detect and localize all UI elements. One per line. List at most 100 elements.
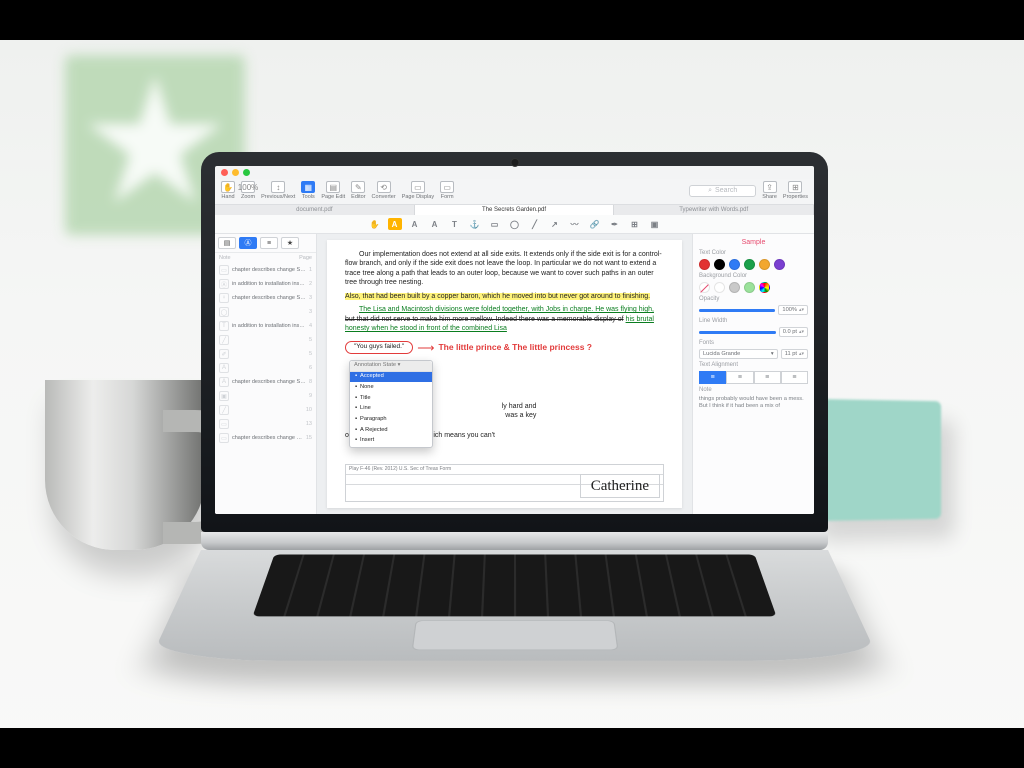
- text-color-swatch[interactable]: [699, 259, 710, 270]
- row-type-icon: ▣: [219, 391, 229, 401]
- tab-2[interactable]: The Secrets Garden.pdf: [415, 205, 615, 215]
- zoom-icon[interactable]: [243, 169, 250, 176]
- annotation-row[interactable]: ╱5: [215, 333, 316, 347]
- context-item[interactable]: ▪Line: [350, 404, 432, 415]
- annotation-row[interactable]: A6: [215, 361, 316, 375]
- hand-button[interactable]: ✋Hand: [221, 181, 235, 200]
- bg-color-swatch[interactable]: [714, 282, 725, 293]
- strike-tool-icon[interactable]: A: [408, 218, 422, 230]
- page-display-button[interactable]: ▭Page Display: [402, 181, 434, 200]
- signature-field[interactable]: Catherine: [580, 474, 660, 498]
- font-size-value[interactable]: 11 pt▴▾: [781, 349, 808, 359]
- annotation-row[interactable]: Ⓐin addition to installation instru…2: [215, 277, 316, 291]
- line-tool-icon[interactable]: ╱: [528, 218, 542, 230]
- align-left-button[interactable]: ≡: [699, 371, 726, 384]
- context-item[interactable]: ▪Title: [350, 393, 432, 404]
- main-toolbar: ✋Hand 100%Zoom ↕Previous/Next ▦Tools ▤Page E…: [215, 179, 814, 205]
- line-width-value[interactable]: 0.0 pt▴▾: [779, 327, 808, 337]
- prevnext-button[interactable]: ↕Previous/Next: [261, 181, 295, 200]
- sidebar-mode-thumb[interactable]: ▤: [218, 237, 236, 249]
- row-type-icon: A: [219, 377, 229, 387]
- annotation-row[interactable]: ╱10: [215, 403, 316, 417]
- bg-color-swatch[interactable]: [699, 282, 710, 293]
- underlined-text[interactable]: The Lisa and Macintosh divisions were fo…: [359, 306, 654, 313]
- annotation-row[interactable]: Achapter describes change Sho…8: [215, 375, 316, 389]
- align-right-button[interactable]: ≡: [754, 371, 781, 384]
- form-button[interactable]: ▭Form: [440, 181, 454, 200]
- sidebar-mode-outline[interactable]: ≡: [260, 237, 278, 249]
- context-item[interactable]: ▪None: [350, 382, 432, 393]
- zoom-button[interactable]: 100%Zoom: [241, 181, 255, 200]
- sign-tool-icon[interactable]: ✒: [608, 218, 622, 230]
- sidebar-mode-bookmark[interactable]: ★: [281, 237, 299, 249]
- annotation-row[interactable]: ▭chapter describes change Sho…1: [215, 263, 316, 277]
- minimize-icon[interactable]: [232, 169, 239, 176]
- stamp-tool-icon[interactable]: ⊞: [628, 218, 642, 230]
- context-menu[interactable]: Annotation State ▾ ▪Accepted▪None▪Title▪…: [349, 360, 433, 448]
- text-color-swatch[interactable]: [714, 259, 725, 270]
- bg-color-swatch[interactable]: [744, 282, 755, 293]
- tab-3[interactable]: Typewriter with Words.pdf: [614, 205, 814, 215]
- opacity-value[interactable]: 100%▴▾: [778, 305, 808, 315]
- sidebar-mode-annot[interactable]: Ⓐ: [239, 237, 257, 249]
- page-edit-button[interactable]: ▤Page Edit: [321, 181, 345, 200]
- underline-tool-icon[interactable]: A: [428, 218, 442, 230]
- annotation-row[interactable]: ▭13: [215, 417, 316, 431]
- row-type-icon: ◯: [219, 307, 229, 317]
- tab-1[interactable]: document.pdf: [215, 205, 415, 215]
- properties-button[interactable]: ⊞Properties: [783, 181, 808, 200]
- converter-button[interactable]: ⟲Converter: [372, 181, 396, 200]
- arrow-annotation-icon[interactable]: ⟶: [417, 340, 434, 356]
- annotation-row[interactable]: ▭chapter describes change Sho…15: [215, 431, 316, 445]
- font-family-select[interactable]: Lucida Grande ▾: [699, 349, 778, 359]
- row-type-icon: ╱: [219, 335, 229, 345]
- tools-button[interactable]: ▦Tools: [301, 181, 315, 200]
- bg-color-swatch[interactable]: [729, 282, 740, 293]
- anchor-tool-icon[interactable]: ⚓: [468, 218, 482, 230]
- callout-annotation[interactable]: "You guys failed.": [345, 341, 413, 354]
- hand-tool-icon[interactable]: ✋: [368, 218, 382, 230]
- text-color-swatch[interactable]: [729, 259, 740, 270]
- document-viewport[interactable]: Our implementation does not extend at al…: [317, 234, 692, 514]
- oval-tool-icon[interactable]: ◯: [508, 218, 522, 230]
- alignment-segment[interactable]: ≡ ≡ ≡ ≡: [699, 371, 808, 384]
- label-alignment: Text Alignment: [699, 362, 808, 368]
- annotation-row[interactable]: Tin addition to installation instru…4: [215, 319, 316, 333]
- row-type-icon: Ⓐ: [219, 279, 229, 289]
- headline-annotation[interactable]: The little prince & The little princess …: [438, 342, 592, 353]
- highlight-tool-icon[interactable]: A: [388, 218, 402, 230]
- strikethrough-text[interactable]: but that did not serve to make him more …: [345, 316, 624, 323]
- text-tool-icon[interactable]: T: [448, 218, 462, 230]
- arrow-tool-icon[interactable]: ↗: [548, 218, 562, 230]
- bg-color-swatch[interactable]: [759, 282, 770, 293]
- annotation-row[interactable]: ♀chapter describes change Sho…3: [215, 291, 316, 305]
- line-width-slider[interactable]: [699, 331, 776, 334]
- search-input[interactable]: ⌕ Search: [689, 185, 756, 197]
- share-button[interactable]: ⇪Share: [762, 181, 777, 200]
- note-body[interactable]: things probably would have been a mess. …: [699, 396, 808, 411]
- context-item[interactable]: ▪Accepted: [350, 372, 432, 383]
- opacity-slider[interactable]: [699, 309, 775, 312]
- text-color-swatch[interactable]: [744, 259, 755, 270]
- annotation-row[interactable]: ▣9: [215, 389, 316, 403]
- align-justify-button[interactable]: ≡: [781, 371, 808, 384]
- close-icon[interactable]: [221, 169, 228, 176]
- text-color-swatch[interactable]: [759, 259, 770, 270]
- image-tool-icon[interactable]: ▣: [648, 218, 662, 230]
- annotation-row[interactable]: ◯3: [215, 305, 316, 319]
- label-note: Note: [699, 387, 808, 393]
- document-tabs: document.pdfThe Secrets Garden.pdfTypewr…: [215, 205, 814, 215]
- ink-tool-icon[interactable]: 〰: [568, 218, 582, 230]
- highlighted-text[interactable]: Also, that had been built by a copper ba…: [345, 293, 650, 300]
- editor-button[interactable]: ✎Editor: [351, 181, 365, 200]
- text-color-swatch[interactable]: [774, 259, 785, 270]
- annotations-sidebar: ▤ Ⓐ ≡ ★ NotePage ▭chapter describes chan…: [215, 234, 317, 514]
- annotation-row[interactable]: ✐5: [215, 347, 316, 361]
- context-item[interactable]: ▪Paragraph: [350, 414, 432, 425]
- context-item[interactable]: ▪A Rejected: [350, 425, 432, 436]
- align-center-button[interactable]: ≡: [726, 371, 753, 384]
- rect-tool-icon[interactable]: ▭: [488, 218, 502, 230]
- link-tool-icon[interactable]: 🔗: [588, 218, 602, 230]
- label-text-color: Text Color: [699, 250, 808, 256]
- context-item[interactable]: ▪Insert: [350, 436, 432, 447]
